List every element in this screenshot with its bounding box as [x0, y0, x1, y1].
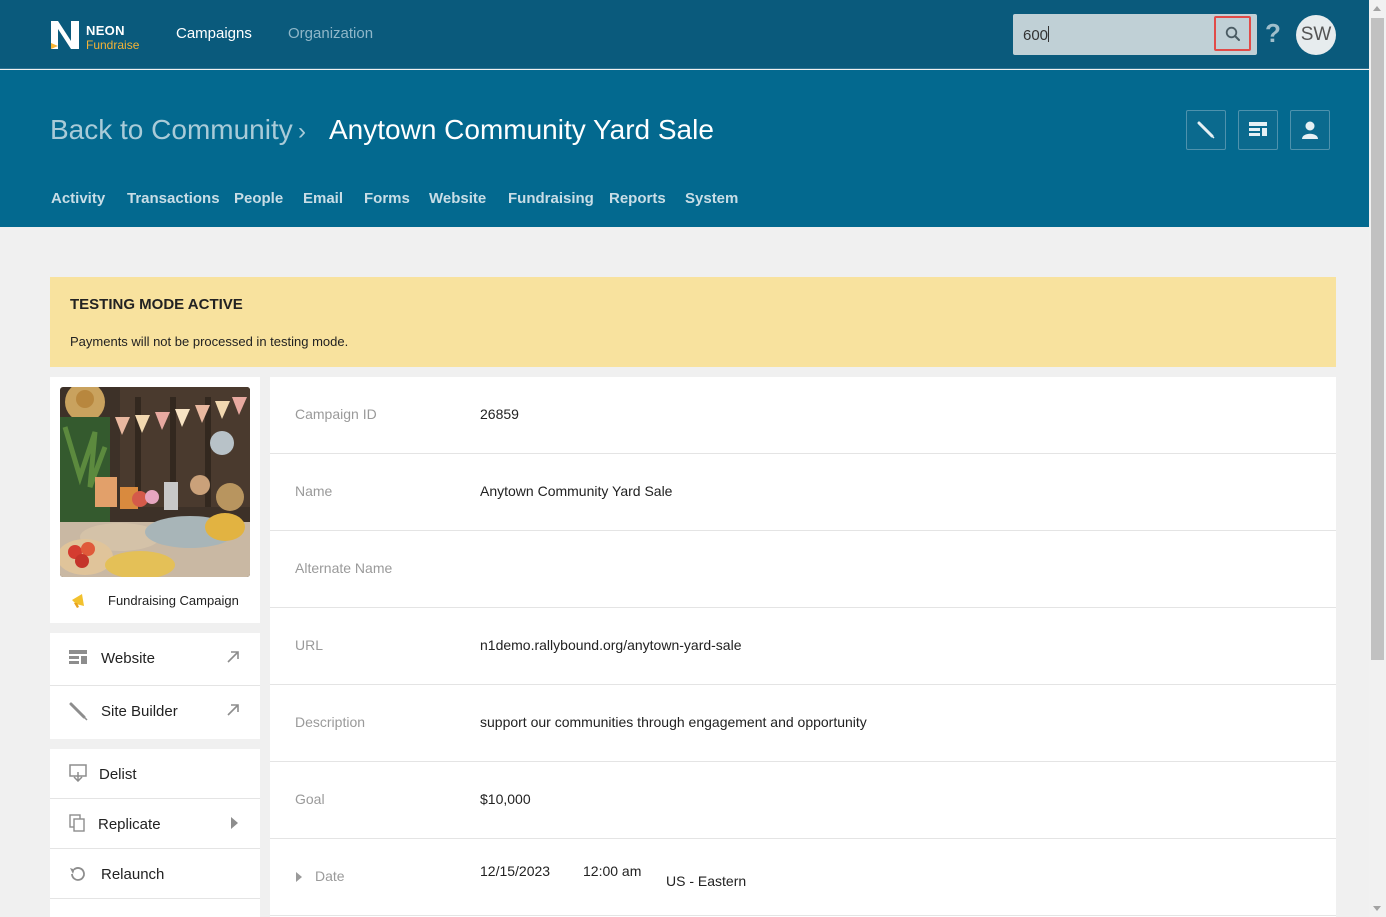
name-label: Name — [295, 483, 333, 499]
goal-value[interactable]: $10,000 — [480, 791, 531, 807]
person-icon — [1302, 121, 1318, 139]
campaign-card: Fundraising Campaign — [50, 377, 260, 623]
time-value[interactable]: 12:00 am — [583, 863, 641, 879]
detail-row-name[interactable]: Name Anytown Community Yard Sale — [270, 454, 1336, 531]
breadcrumb-separator-icon: › — [298, 118, 306, 145]
campaign-id-value: 26859 — [480, 406, 519, 422]
help-icon[interactable]: ? — [1265, 18, 1281, 49]
site-builder-button[interactable] — [1186, 110, 1226, 150]
detail-row-campaign-id: Campaign ID 26859 — [270, 377, 1336, 454]
site-builder-icon — [69, 702, 88, 721]
delist-button[interactable]: Delist — [50, 749, 260, 799]
timezone-value[interactable]: US - Eastern — [666, 873, 746, 889]
page-scrollbar[interactable] — [1369, 0, 1386, 917]
description-label: Description — [295, 714, 366, 730]
search-input[interactable]: 600 — [1023, 26, 1050, 44]
copy-icon — [69, 814, 85, 832]
campaign-type-label: Fundraising Campaign — [108, 593, 239, 608]
tab-fundraising[interactable]: Fundraising — [508, 190, 594, 207]
search-icon — [1225, 26, 1240, 41]
replicate-label: Replicate — [98, 816, 161, 833]
alternate-name-label: Alternate Name — [295, 560, 393, 576]
top-bar: NEON Fundraise Campaigns Organization 60… — [0, 0, 1369, 69]
url-label: URL — [295, 637, 324, 653]
site-builder-link-label: Site Builder — [101, 703, 178, 720]
website-button[interactable] — [1238, 110, 1278, 150]
relaunch-icon — [70, 867, 85, 881]
tab-people[interactable]: People — [234, 190, 283, 207]
website-link-label: Website — [101, 650, 155, 667]
site-builder-link[interactable]: Site Builder — [50, 686, 260, 739]
tab-website[interactable]: Website — [429, 190, 486, 207]
relaunch-label: Relaunch — [101, 866, 165, 883]
logo-wordmark: NEON — [86, 23, 125, 38]
tab-activity[interactable]: Activity — [51, 190, 105, 207]
delist-label: Delist — [99, 766, 137, 783]
campaign-photo — [60, 387, 250, 577]
detail-row-description[interactable]: Description support our communities thro… — [270, 685, 1336, 762]
breadcrumb-back-link[interactable]: Back to Community — [50, 114, 293, 146]
page-title: Anytown Community Yard Sale — [329, 114, 714, 145]
person-button[interactable] — [1290, 110, 1330, 150]
detail-row-alternate-name[interactable]: Alternate Name — [270, 531, 1336, 608]
neon-logo-icon — [51, 21, 79, 49]
date-label: Date — [315, 868, 345, 884]
external-link-icon — [227, 651, 239, 663]
detail-row-goal[interactable]: Goal $10,000 — [270, 762, 1336, 839]
logo-product: Fundraise — [86, 38, 140, 52]
megaphone-icon — [72, 594, 84, 608]
url-value[interactable]: n1demo.rallybound.org/anytown-yard-sale — [480, 637, 741, 653]
site-builder-icon — [1197, 121, 1215, 139]
tab-system[interactable]: System — [685, 190, 738, 207]
tab-transactions[interactable]: Transactions — [127, 190, 220, 207]
scroll-thumb[interactable] — [1371, 18, 1384, 660]
banner-message: Payments will not be processed in testin… — [70, 334, 349, 349]
scroll-down-icon[interactable] — [1373, 906, 1381, 911]
name-value[interactable]: Anytown Community Yard Sale — [480, 483, 672, 499]
relaunch-button[interactable]: Relaunch — [50, 849, 260, 899]
goal-label: Goal — [295, 791, 325, 807]
website-link[interactable]: Website — [50, 633, 260, 686]
nav-campaigns[interactable]: Campaigns — [176, 25, 252, 42]
tab-forms[interactable]: Forms — [364, 190, 410, 207]
website-icon — [69, 650, 87, 664]
description-value[interactable]: support our communities through engageme… — [480, 714, 867, 730]
campaign-actions: Delist Replicate Relaunch — [50, 749, 260, 917]
quick-links: Website Site Builder — [50, 633, 260, 739]
neon-fundraise-logo[interactable]: NEON Fundraise — [49, 19, 144, 53]
text-caret — [1048, 26, 1050, 42]
banner-title: TESTING MODE ACTIVE — [70, 296, 243, 313]
detail-row-url[interactable]: URL n1demo.rallybound.org/anytown-yard-s… — [270, 608, 1336, 685]
delist-icon — [69, 764, 87, 782]
expand-caret-icon[interactable] — [296, 872, 302, 882]
scroll-up-icon[interactable] — [1373, 6, 1381, 11]
date-value[interactable]: 12/15/2023 — [480, 863, 550, 879]
tab-email[interactable]: Email — [303, 190, 343, 207]
campaign-details: Campaign ID 26859 Name Anytown Community… — [270, 377, 1336, 917]
tab-reports[interactable]: Reports — [609, 190, 666, 207]
website-icon — [1249, 122, 1267, 136]
replicate-button[interactable]: Replicate — [50, 799, 260, 849]
user-avatar[interactable]: SW — [1296, 15, 1336, 55]
testing-mode-banner: TESTING MODE ACTIVE Payments will not be… — [50, 277, 1336, 367]
detail-row-date[interactable]: Date 12/15/2023 12:00 am US - Eastern — [270, 839, 1336, 916]
campaign-header: Back to Community › Anytown Community Ya… — [0, 70, 1369, 227]
nav-organization[interactable]: Organization — [288, 25, 373, 42]
chevron-right-icon — [231, 817, 238, 829]
campaign-id-label: Campaign ID — [295, 406, 377, 422]
search-button[interactable] — [1214, 16, 1251, 51]
external-link-icon — [227, 704, 239, 716]
